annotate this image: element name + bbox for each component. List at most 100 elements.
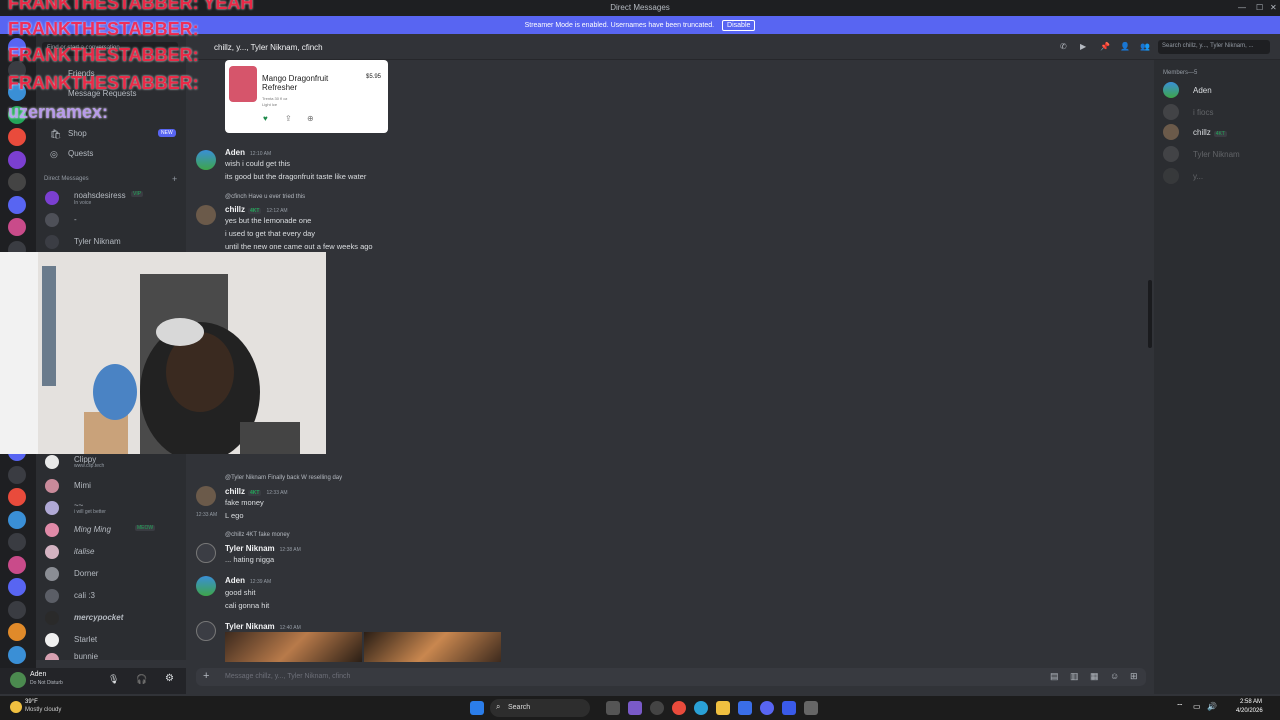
product-card[interactable]: Mango Dragonfruit Refresher $5.95 Trenta… — [225, 60, 388, 133]
overlay-chat-line: uzernamex: — [8, 102, 109, 122]
dm-item[interactable]: Starlet — [44, 632, 184, 650]
avatar[interactable] — [196, 576, 216, 596]
reply-preview[interactable]: @cfinch Have u ever tried this — [225, 194, 305, 200]
reply-preview[interactable]: @chillz 4KT fake money — [225, 532, 290, 538]
app-icon[interactable] — [738, 701, 752, 715]
member-item[interactable]: i fiocs — [1163, 104, 1273, 120]
headphones-icon[interactable]: 🎧 — [136, 674, 147, 685]
microphone-icon[interactable]: 🎙 — [108, 674, 119, 685]
server-icon[interactable] — [8, 173, 26, 191]
message-author[interactable]: Aden 12:10 AM — [225, 148, 271, 157]
add-icon[interactable]: ⊕ — [307, 114, 314, 123]
overlay-chat-line: FRANKTHESTABBER: — [8, 73, 199, 93]
server-icon[interactable] — [8, 623, 26, 641]
dm-item[interactable]: cali :3 — [44, 588, 184, 606]
start-icon[interactable] — [470, 701, 484, 715]
dm-item[interactable]: Tyler Niknam — [44, 234, 184, 252]
member-item[interactable]: chillz 4KT — [1163, 124, 1273, 140]
message-time: 12:38 AM — [279, 547, 301, 553]
message-author[interactable]: Aden 12:39 AM — [225, 576, 271, 585]
file-explorer-icon[interactable] — [716, 701, 730, 715]
volume-icon[interactable]: 🔊 — [1207, 702, 1217, 711]
app-icon[interactable] — [650, 701, 664, 715]
avatar[interactable] — [196, 621, 216, 641]
dm-item[interactable]: Dorner — [44, 566, 184, 584]
avatar[interactable] — [196, 486, 216, 506]
gif-icon[interactable]: ▥ — [1070, 671, 1079, 682]
taskbar-search[interactable]: ⌕ Search — [490, 699, 590, 717]
minimize-icon[interactable]: — — [1238, 3, 1246, 12]
server-icon[interactable] — [8, 578, 26, 596]
nav-shop[interactable]: 🛍 Shop NEW — [44, 126, 184, 144]
server-icon[interactable] — [8, 488, 26, 506]
sticker-icon[interactable]: ▦ — [1090, 671, 1099, 682]
message-author[interactable]: Tyler Niknam 12:40 AM — [225, 622, 301, 631]
dm-item[interactable]: ~~ i will get better — [44, 500, 184, 518]
dm-item[interactable]: Clippy www.clip.tech — [44, 454, 184, 472]
app-icon[interactable] — [628, 701, 642, 715]
message-author[interactable]: chillz 4KT 12:12 AM — [225, 205, 288, 214]
close-icon[interactable]: ✕ — [1270, 3, 1277, 12]
member-item[interactable]: y... — [1163, 168, 1273, 184]
dm-item[interactable]: - — [44, 212, 184, 230]
dm-item[interactable]: noahsdesiress VIP In voice — [44, 190, 184, 208]
avatar — [1163, 82, 1179, 98]
app-icon[interactable] — [804, 701, 818, 715]
task-view-icon[interactable] — [606, 701, 620, 715]
message-input[interactable]: Message chillz, y..., Tyler Niknam, cfin… — [225, 673, 350, 680]
wifi-icon[interactable]: ⌔ — [1176, 702, 1184, 712]
server-icon[interactable] — [8, 465, 26, 484]
dm-item[interactable]: mercypocket — [44, 610, 184, 628]
call-icon[interactable]: ✆ — [1060, 42, 1067, 51]
message-author[interactable]: Tyler Niknam 12:38 AM — [225, 544, 301, 553]
pin-icon[interactable]: 📌 — [1100, 42, 1110, 51]
image-attachment[interactable] — [364, 632, 501, 662]
dm-tag: MEOW — [135, 525, 156, 531]
dm-item[interactable]: Mimi — [44, 478, 184, 496]
members-icon[interactable]: 👥 — [1140, 42, 1150, 51]
server-icon[interactable] — [8, 128, 26, 146]
emoji-icon[interactable]: ☺ — [1110, 671, 1119, 681]
gift-icon[interactable]: ▤ — [1050, 671, 1059, 682]
chrome-icon[interactable] — [672, 701, 686, 715]
server-icon[interactable] — [8, 645, 26, 664]
server-icon[interactable] — [8, 600, 26, 619]
server-icon[interactable] — [8, 218, 26, 236]
member-item[interactable]: Tyler Niknam — [1163, 146, 1273, 162]
avatar[interactable] — [196, 543, 216, 563]
network-icon[interactable]: ▭ — [1193, 702, 1201, 711]
server-icon[interactable] — [8, 195, 26, 214]
dm-item[interactable]: italise — [44, 544, 184, 562]
avatar[interactable] — [10, 672, 26, 688]
app-icon[interactable] — [782, 701, 796, 715]
avatar[interactable] — [196, 150, 216, 170]
server-icon[interactable] — [8, 533, 26, 551]
search-input[interactable]: Search chillz, y..., Tyler Niknam, ... — [1158, 40, 1270, 54]
add-member-icon[interactable]: 👤 — [1120, 42, 1130, 51]
server-icon[interactable] — [8, 555, 26, 574]
dm-item[interactable]: Ming Ming MEOW — [44, 522, 184, 540]
message-author[interactable]: chillz 4KT 12:33 AM — [225, 487, 288, 496]
disable-button[interactable]: Disable — [722, 20, 756, 31]
reply-preview[interactable]: @Tyler Niknam Finally back W reselling d… — [225, 475, 342, 481]
server-icon[interactable] — [8, 150, 26, 169]
share-icon[interactable]: ⇪ — [285, 114, 292, 123]
avatar — [45, 545, 59, 559]
image-attachment[interactable] — [225, 632, 362, 662]
discord-icon[interactable] — [760, 701, 774, 715]
edge-icon[interactable] — [694, 701, 708, 715]
avatar[interactable] — [196, 205, 216, 225]
video-icon[interactable]: ▶ — [1080, 42, 1086, 51]
dm-item[interactable]: bunnie — [44, 652, 184, 660]
gear-icon[interactable]: ⚙ — [165, 673, 174, 684]
server-icon[interactable] — [8, 510, 26, 529]
add-dm-icon[interactable]: + — [172, 174, 177, 184]
weather-icon[interactable] — [10, 701, 22, 713]
nav-quests[interactable]: ◎ Quests — [44, 146, 184, 164]
member-item[interactable]: Aden — [1163, 82, 1273, 98]
scrollbar[interactable] — [1148, 280, 1152, 348]
maximize-icon[interactable]: ☐ — [1256, 3, 1263, 12]
attach-plus-icon[interactable]: + — [203, 670, 209, 682]
apps-icon[interactable]: ⊞ — [1130, 671, 1138, 682]
heart-icon[interactable]: ♥ — [263, 114, 268, 123]
